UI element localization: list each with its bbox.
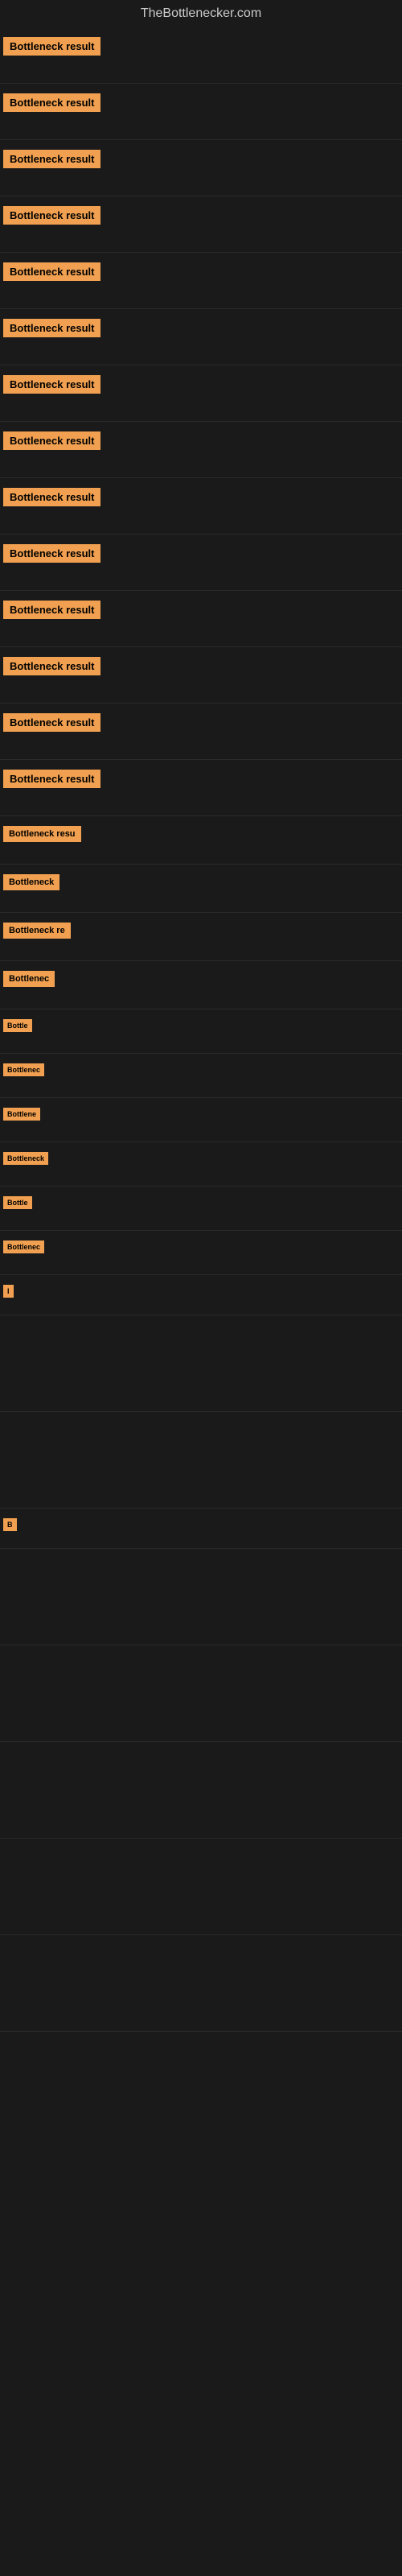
site-header: TheBottlenecker.com bbox=[0, 0, 402, 27]
bottleneck-badge[interactable]: Bottleneck result bbox=[3, 713, 100, 732]
bottleneck-badge[interactable]: Bottlenec bbox=[3, 971, 55, 987]
list-item: Bottleneck result bbox=[0, 309, 402, 365]
bottleneck-badge[interactable]: Bottle bbox=[3, 1019, 32, 1032]
list-item: Bottleneck result bbox=[0, 704, 402, 760]
bottleneck-badge[interactable]: Bottlenec bbox=[3, 1241, 44, 1253]
list-item bbox=[0, 1412, 402, 1509]
bottleneck-badge[interactable]: Bottleneck bbox=[3, 874, 59, 890]
bottleneck-badge[interactable]: Bottleneck result bbox=[3, 601, 100, 619]
list-item bbox=[0, 1935, 402, 2032]
list-item: Bottleneck result bbox=[0, 196, 402, 253]
list-item: Bottleneck result bbox=[0, 478, 402, 535]
list-item: Bottlene bbox=[0, 1098, 402, 1142]
list-item: Bottleneck result bbox=[0, 647, 402, 704]
bottleneck-badge[interactable]: Bottlenec bbox=[3, 1063, 44, 1076]
bottleneck-badge[interactable]: Bottleneck result bbox=[3, 93, 100, 112]
list-item: B bbox=[0, 1509, 402, 1549]
list-item: Bottleneck result bbox=[0, 27, 402, 84]
bottleneck-badge[interactable]: Bottleneck result bbox=[3, 37, 100, 56]
list-item: Bottleneck result bbox=[0, 760, 402, 816]
list-item: I bbox=[0, 1275, 402, 1315]
site-title: TheBottlenecker.com bbox=[0, 0, 402, 27]
bottleneck-badge[interactable]: Bottleneck re bbox=[3, 923, 71, 939]
list-item bbox=[0, 1549, 402, 1645]
bottleneck-badge[interactable]: Bottle bbox=[3, 1196, 32, 1209]
list-item: Bottleneck result bbox=[0, 84, 402, 140]
list-item: Bottleneck result bbox=[0, 365, 402, 422]
list-item: Bottlenec bbox=[0, 961, 402, 1009]
list-item: Bottleneck bbox=[0, 865, 402, 913]
list-item: Bottleneck result bbox=[0, 140, 402, 196]
bottleneck-badge[interactable]: Bottleneck result bbox=[3, 770, 100, 788]
bottleneck-badge[interactable]: Bottleneck result bbox=[3, 544, 100, 563]
bottleneck-badge[interactable]: Bottleneck result bbox=[3, 488, 100, 506]
bottleneck-badge[interactable]: Bottleneck result bbox=[3, 206, 100, 225]
list-item: Bottleneck resu bbox=[0, 816, 402, 865]
bottleneck-badge[interactable]: B bbox=[3, 1518, 17, 1531]
bottleneck-badge[interactable]: Bottleneck bbox=[3, 1152, 48, 1165]
list-item bbox=[0, 1315, 402, 1412]
list-item: Bottle bbox=[0, 1009, 402, 1054]
list-item: Bottlenec bbox=[0, 1054, 402, 1098]
bottleneck-badge[interactable]: Bottleneck result bbox=[3, 319, 100, 337]
list-item: Bottleneck result bbox=[0, 535, 402, 591]
items-container: Bottleneck result Bottleneck result Bottle… bbox=[0, 27, 402, 2032]
bottleneck-badge[interactable]: Bottleneck result bbox=[3, 375, 100, 394]
list-item: Bottleneck result bbox=[0, 422, 402, 478]
list-item bbox=[0, 1839, 402, 1935]
list-item: Bottleneck result bbox=[0, 253, 402, 309]
bottleneck-badge[interactable]: I bbox=[3, 1285, 14, 1298]
list-item: Bottleneck bbox=[0, 1142, 402, 1187]
bottleneck-badge[interactable]: Bottleneck result bbox=[3, 150, 100, 168]
bottleneck-badge[interactable]: Bottleneck result bbox=[3, 431, 100, 450]
list-item: Bottle bbox=[0, 1187, 402, 1231]
list-item: Bottleneck re bbox=[0, 913, 402, 961]
list-item bbox=[0, 1742, 402, 1839]
list-item bbox=[0, 1645, 402, 1742]
bottleneck-badge[interactable]: Bottlene bbox=[3, 1108, 40, 1121]
bottleneck-badge[interactable]: Bottleneck result bbox=[3, 657, 100, 675]
bottleneck-badge[interactable]: Bottleneck result bbox=[3, 262, 100, 281]
bottleneck-badge[interactable]: Bottleneck resu bbox=[3, 826, 81, 842]
list-item: Bottleneck result bbox=[0, 591, 402, 647]
list-item: Bottlenec bbox=[0, 1231, 402, 1275]
